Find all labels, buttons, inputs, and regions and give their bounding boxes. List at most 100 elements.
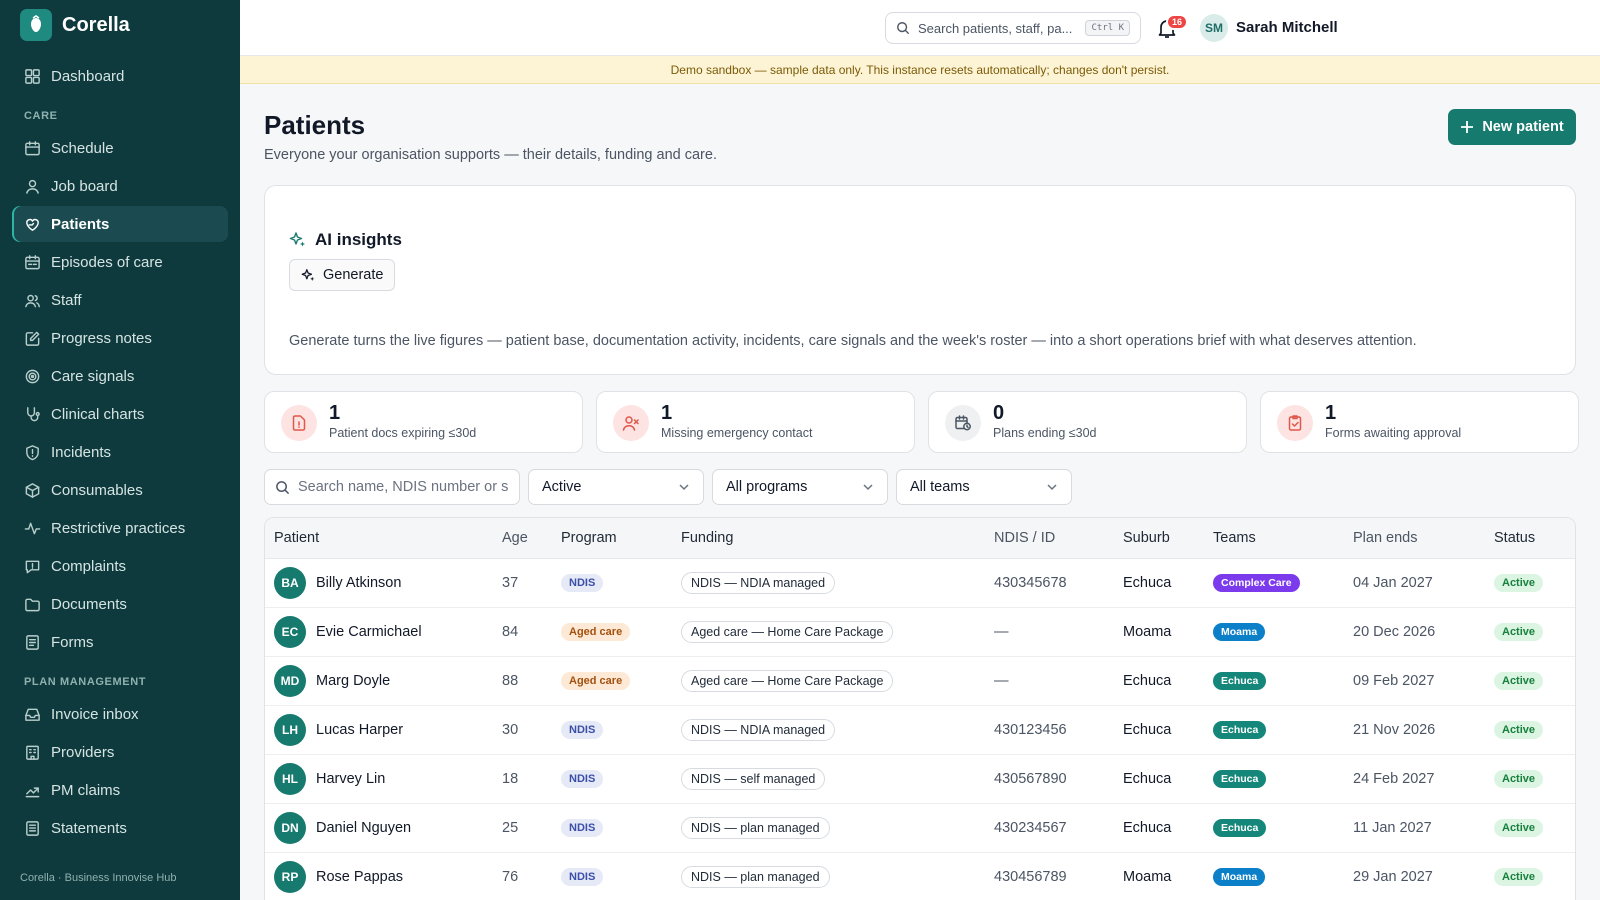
brand[interactable]: Corella: [0, 0, 240, 50]
sidebar-item-label: PM claims: [51, 781, 121, 799]
patient-search[interactable]: [264, 469, 520, 505]
patient-name[interactable]: Harvey Lin: [316, 771, 385, 787]
program-cell: NDIS: [552, 770, 672, 788]
patient-cell: BA Billy Atkinson: [265, 567, 493, 599]
column-header-ndis-id[interactable]: NDIS / ID: [985, 530, 1114, 546]
user-avatar[interactable]: SM: [1200, 14, 1228, 42]
table-header: Patient Age Program Funding NDIS / ID Suburb T…: [265, 518, 1575, 559]
stat-card[interactable]: 1 Forms awaiting approval: [1260, 391, 1579, 453]
suburb: Echuca: [1123, 820, 1172, 836]
sidebar-item-patients[interactable]: Patients: [12, 206, 228, 242]
status-filter-select[interactable]: Active: [528, 469, 704, 505]
patient-name[interactable]: Lucas Harper: [316, 722, 403, 738]
sidebar-item-staff[interactable]: Staff: [12, 282, 228, 318]
sidebar-item-restrictive-practices[interactable]: Restrictive practices: [12, 510, 228, 546]
patient-age: 76: [502, 869, 519, 885]
table-row[interactable]: HL Harvey Lin 18 NDIS NDIS — self managed 430…: [265, 755, 1575, 804]
new-patient-label: New patient: [1482, 119, 1564, 135]
activity-icon: [24, 522, 41, 534]
stat-card[interactable]: 0 Plans ending ≤30d: [928, 391, 1247, 453]
column-header-program[interactable]: Program: [552, 530, 672, 546]
global-search[interactable]: Search patients, staff, pa... Ctrl K: [885, 12, 1141, 44]
sidebar-item-progress-notes[interactable]: Progress notes: [12, 320, 228, 356]
user-name[interactable]: Sarah Mitchell: [1236, 19, 1338, 36]
sidebar-item-consumables[interactable]: Consumables: [12, 472, 228, 508]
sidebar-item-providers[interactable]: Providers: [12, 734, 228, 770]
status-cell: Active: [1485, 770, 1575, 788]
funding-tag: NDIS — NDIA managed: [681, 572, 836, 594]
team-filter-select[interactable]: All teams: [896, 469, 1072, 505]
table-row[interactable]: DN Daniel Nguyen 25 NDIS NDIS — plan managed…: [265, 804, 1575, 853]
column-header-status[interactable]: Status: [1485, 530, 1575, 546]
sidebar-item-label: Patients: [51, 215, 110, 233]
column-header-funding[interactable]: Funding: [672, 530, 985, 546]
sidebar-item-documents[interactable]: Documents: [12, 586, 228, 622]
column-header-suburb[interactable]: Suburb: [1114, 530, 1204, 546]
sidebar-item-dashboard[interactable]: Dashboard: [12, 58, 228, 94]
generate-button[interactable]: Generate: [289, 259, 396, 291]
funding-tag: NDIS — plan managed: [681, 817, 830, 839]
program-badge: Aged care: [561, 623, 631, 641]
program-filter-select[interactable]: All programs: [712, 469, 888, 505]
column-header-teams[interactable]: Teams: [1204, 530, 1344, 546]
stat-card[interactable]: 1 Missing emergency contact: [596, 391, 915, 453]
patient-search-input[interactable]: [298, 479, 508, 495]
stat-label: Patient docs expiring ≤30d: [329, 426, 477, 440]
sidebar-item-complaints[interactable]: Complaints: [12, 548, 228, 584]
new-patient-button[interactable]: New patient: [1448, 109, 1576, 145]
status-badge: Active: [1494, 672, 1544, 690]
sidebar-item-statements[interactable]: Statements: [12, 810, 228, 846]
folder-icon: [25, 598, 40, 611]
patient-name[interactable]: Billy Atkinson: [316, 575, 401, 591]
sidebar-item-invoice-inbox[interactable]: Invoice inbox: [12, 696, 228, 732]
sidebar-item-label: Statements: [51, 819, 127, 837]
teams-cell: Complex Care: [1204, 574, 1344, 592]
funding-cell: NDIS — plan managed: [672, 866, 985, 888]
sidebar-item-schedule[interactable]: Schedule: [12, 130, 228, 166]
program-cell: NDIS: [552, 574, 672, 592]
table-row[interactable]: EC Evie Carmichael 84 Aged care Aged care — …: [265, 608, 1575, 657]
teams-cell: Echuca: [1204, 819, 1344, 837]
patient-name[interactable]: Marg Doyle: [316, 673, 390, 689]
table-row[interactable]: BA Billy Atkinson 37 NDIS NDIS — NDIA manage…: [265, 559, 1575, 608]
stat-value: 0: [993, 402, 1005, 424]
sidebar-item-forms[interactable]: Forms: [12, 624, 228, 660]
patient-cell: MD Marg Doyle: [265, 665, 493, 697]
sidebar-nav: Dashboard CARE Schedule Job board Patients Ep…: [0, 50, 240, 854]
table-row[interactable]: RP Rose Pappas 76 NDIS NDIS — plan managed 43…: [265, 853, 1575, 900]
column-header-patient[interactable]: Patient: [265, 530, 493, 546]
team-badge: Echuca: [1213, 819, 1267, 837]
package-icon: [25, 482, 40, 498]
table-body: BA Billy Atkinson 37 NDIS NDIS — NDIA manage…: [265, 559, 1575, 900]
team-badge: Echuca: [1213, 770, 1267, 788]
page-subtitle: Everyone your organisation supports — th…: [264, 147, 717, 163]
patient-cell: HL Harvey Lin: [265, 763, 493, 795]
table-row[interactable]: MD Marg Doyle 88 Aged care Aged care — Home …: [265, 657, 1575, 706]
clipboard-check-icon: [1288, 415, 1302, 431]
sidebar-item-care-signals[interactable]: Care signals: [12, 358, 228, 394]
patient-name[interactable]: Evie Carmichael: [316, 624, 422, 640]
ai-insights-title: AI insights: [315, 230, 402, 249]
patient-name[interactable]: Rose Pappas: [316, 869, 403, 885]
sidebar-item-pm-claims[interactable]: PM claims: [12, 772, 228, 808]
sidebar-item-incidents[interactable]: Incidents: [12, 434, 228, 470]
plan-ends: 24 Feb 2027: [1353, 771, 1435, 787]
inbox-icon: [25, 708, 40, 721]
table-row[interactable]: LH Lucas Harper 30 NDIS NDIS — NDIA managed 4…: [265, 706, 1575, 755]
plan-ends: 04 Jan 2027: [1353, 575, 1433, 591]
column-header-age[interactable]: Age: [493, 530, 552, 546]
plus-icon: [1461, 121, 1474, 133]
stat-card[interactable]: 1 Patient docs expiring ≤30d: [264, 391, 583, 453]
patient-name[interactable]: Daniel Nguyen: [316, 820, 411, 836]
stat-icon-wrap: [281, 405, 317, 441]
program-badge: NDIS: [561, 770, 604, 788]
column-header-plan-ends[interactable]: Plan ends: [1344, 530, 1485, 546]
program-badge: Aged care: [561, 672, 631, 690]
team-badge: Complex Care: [1213, 574, 1300, 592]
funding-tag: NDIS — NDIA managed: [681, 719, 836, 741]
patient-avatar: MD: [274, 665, 306, 697]
sidebar-item-episodes-of-care[interactable]: Episodes of care: [12, 244, 228, 280]
sidebar-item-clinical-charts[interactable]: Clinical charts: [12, 396, 228, 432]
sidebar-item-job-board[interactable]: Job board: [12, 168, 228, 204]
status-cell: Active: [1485, 819, 1575, 837]
